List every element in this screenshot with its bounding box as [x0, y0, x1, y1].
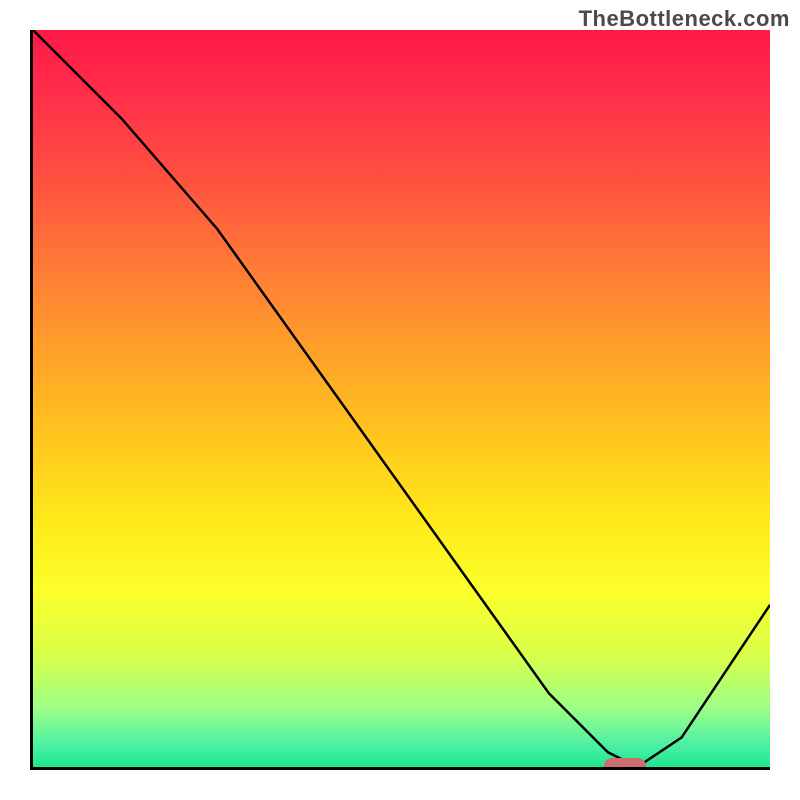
chart-container: TheBottleneck.com	[0, 0, 800, 800]
line-curve	[33, 30, 770, 767]
optimal-marker	[604, 758, 646, 770]
watermark-text: TheBottleneck.com	[579, 6, 790, 32]
plot-area	[30, 30, 770, 770]
